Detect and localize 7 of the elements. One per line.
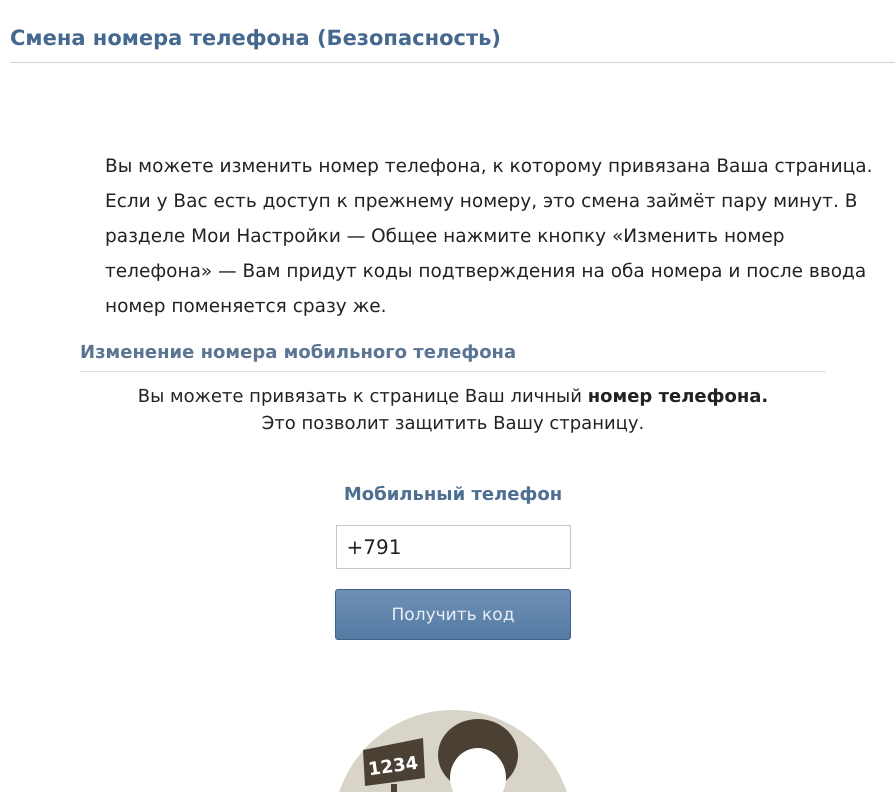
info-text: Вы можете привязать к странице Ваш личный номер телефона.: [138, 386, 768, 407]
intro-paragraph: Вы можете изменить номер телефона, к которому привязана Ваша страница. Если у Вас есть доступ к прежнему номеру, это смена займёт пару минут. В разделе Мои Настройки — Общее нажмите кнопку «Изменить номер телефона» — Вам придут коды подтверждения на оба номера и после ввода номер поменяется сразу же.: [105, 155, 874, 319]
phone-input[interactable]: +791: [336, 525, 570, 569]
field-label: Мобильный телефон: [344, 484, 562, 505]
page-title: Смена номера телефона (Безопасность): [10, 26, 501, 50]
info-text: Это позволит защитить Вашу страницу.: [262, 413, 644, 434]
panel-title: Изменение номера мобильного телефона: [80, 342, 516, 363]
